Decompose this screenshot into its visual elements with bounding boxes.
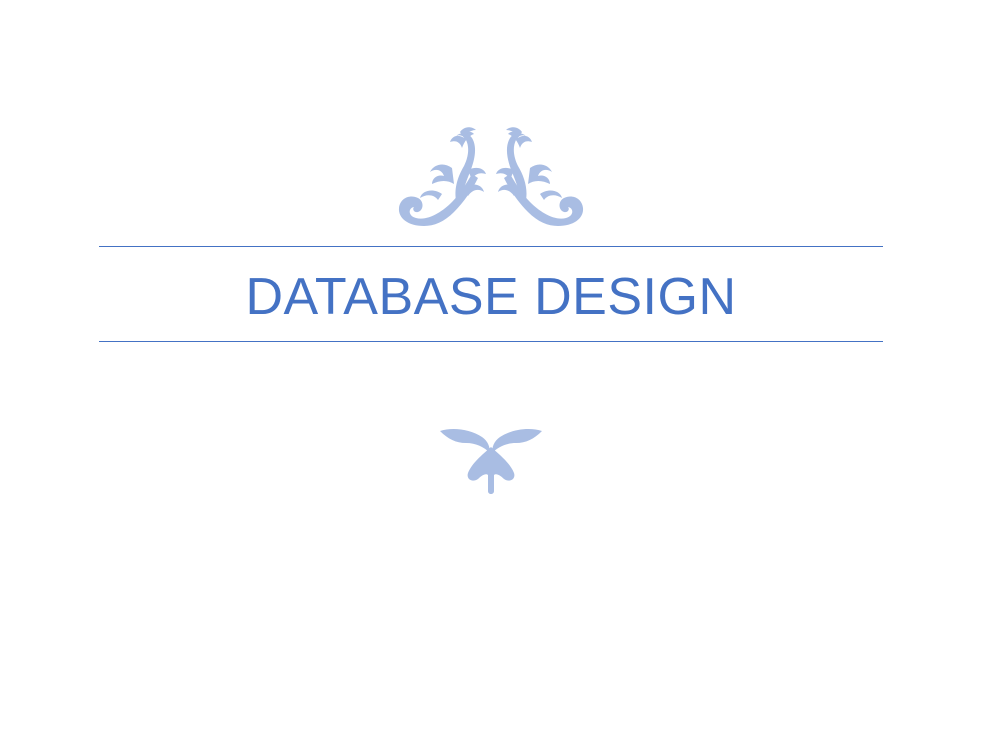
cover-page: DATABASE DESIGN bbox=[0, 0, 988, 730]
document-title: DATABASE DESIGN bbox=[245, 268, 737, 326]
fleur-drop-icon bbox=[440, 429, 542, 494]
floral-scroll-left bbox=[398, 127, 486, 226]
title-bottom-rule bbox=[99, 341, 883, 342]
floral-scroll-right bbox=[496, 127, 584, 226]
floral-scroll-pair-icon bbox=[398, 127, 584, 226]
title-top-rule bbox=[99, 246, 883, 247]
